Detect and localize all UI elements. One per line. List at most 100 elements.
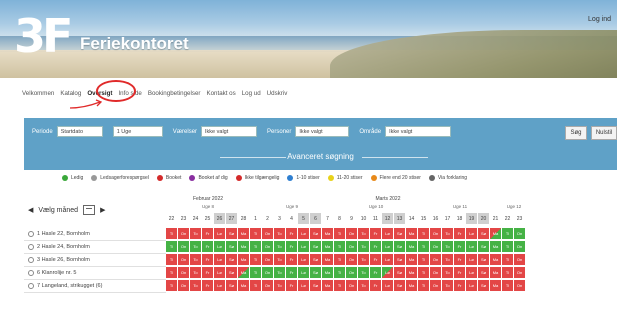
availability-cell[interactable]: On	[430, 241, 442, 253]
logo[interactable]: 3F	[14, 13, 73, 59]
availability-cell[interactable]: Lø	[298, 228, 310, 240]
availability-cell[interactable]: Lø	[214, 254, 226, 266]
availability-cell[interactable]: Sø	[226, 241, 238, 253]
availability-cell[interactable]: Ti	[166, 241, 178, 253]
availability-cell[interactable]: To	[190, 254, 202, 266]
availability-cell[interactable]: On	[262, 267, 274, 279]
availability-cell[interactable]: To	[274, 254, 286, 266]
availability-cell[interactable]: Sø	[394, 280, 406, 292]
availability-cell[interactable]: Ti	[334, 228, 346, 240]
availability-cell[interactable]: Ti	[418, 254, 430, 266]
availability-cell[interactable]: Fr	[286, 241, 298, 253]
availability-cell[interactable]: Lø	[382, 254, 394, 266]
availability-cell[interactable]: Ti	[502, 280, 514, 292]
availability-cell[interactable]: Sø	[478, 280, 490, 292]
availability-cell[interactable]: Ti	[334, 267, 346, 279]
availability-cell[interactable]: Fr	[286, 267, 298, 279]
availability-cell[interactable]: To	[190, 228, 202, 240]
availability-cell[interactable]: Sø	[310, 267, 322, 279]
availability-cell[interactable]: Ti	[334, 241, 346, 253]
availability-cell[interactable]: Fr	[202, 254, 214, 266]
availability-cell[interactable]: Sø	[226, 267, 238, 279]
availability-cell[interactable]: Sø	[310, 280, 322, 292]
availability-cell[interactable]: Ti	[166, 254, 178, 266]
availability-cell[interactable]: Ma	[322, 267, 334, 279]
availability-cell[interactable]: To	[190, 280, 202, 292]
availability-cell[interactable]: Fr	[370, 254, 382, 266]
availability-cell[interactable]: Ma	[490, 280, 502, 292]
nav-item[interactable]: Velkommen	[22, 90, 54, 97]
unit-row-label[interactable]: 1 Hasle 22, Bornholm	[24, 228, 166, 241]
availability-cell[interactable]: Ma	[238, 254, 250, 266]
availability-cell[interactable]: Ti	[502, 254, 514, 266]
advanced-search-toggle[interactable]: Avanceret søgning	[24, 152, 617, 161]
availability-cell[interactable]: Lø	[466, 254, 478, 266]
availability-cell[interactable]: Fr	[286, 228, 298, 240]
nav-item[interactable]: Log ud	[242, 90, 261, 97]
availability-cell[interactable]: On	[178, 280, 190, 292]
availability-cell[interactable]: Lø	[382, 267, 394, 279]
availability-cell[interactable]: On	[430, 267, 442, 279]
availability-cell[interactable]: Fr	[454, 254, 466, 266]
availability-cell[interactable]: Fr	[286, 280, 298, 292]
availability-cell[interactable]: Sø	[226, 280, 238, 292]
nav-item[interactable]: Kontakt os	[206, 90, 235, 97]
availability-cell[interactable]: To	[274, 241, 286, 253]
availability-cell[interactable]: To	[358, 267, 370, 279]
availability-cell[interactable]: Ti	[250, 254, 262, 266]
availability-cell[interactable]: Fr	[454, 280, 466, 292]
chevron-right-icon[interactable]: ▶	[100, 206, 105, 214]
availability-cell[interactable]: Ti	[250, 228, 262, 240]
unit-row-label[interactable]: 2 Hasle 24, Bornholm	[24, 241, 166, 254]
availability-cell[interactable]: Fr	[370, 267, 382, 279]
availability-cell[interactable]: On	[346, 280, 358, 292]
availability-cell[interactable]: To	[442, 280, 454, 292]
unit-row-label[interactable]: 3 Hasle 26, Bornholm	[24, 254, 166, 267]
availability-cell[interactable]: To	[442, 241, 454, 253]
availability-cell[interactable]: Lø	[298, 267, 310, 279]
availability-cell[interactable]: To	[274, 228, 286, 240]
availability-cell[interactable]: Ma	[406, 241, 418, 253]
availability-cell[interactable]: Fr	[454, 241, 466, 253]
availability-cell[interactable]: Lø	[214, 228, 226, 240]
availability-cell[interactable]: Fr	[202, 241, 214, 253]
persons-select[interactable]: Ikke valgt	[295, 126, 350, 137]
availability-cell[interactable]: To	[358, 254, 370, 266]
availability-cell[interactable]: Ma	[322, 254, 334, 266]
availability-cell[interactable]: On	[430, 254, 442, 266]
search-button[interactable]: Søg	[565, 126, 587, 140]
availability-cell[interactable]: Sø	[478, 267, 490, 279]
availability-cell[interactable]: Ti	[418, 267, 430, 279]
nav-item[interactable]: Bookingbetingelser	[148, 90, 201, 97]
availability-cell[interactable]: Lø	[214, 267, 226, 279]
availability-cell[interactable]: To	[358, 280, 370, 292]
availability-cell[interactable]: Sø	[226, 228, 238, 240]
availability-cell[interactable]: Ma	[238, 267, 250, 279]
start-date-input[interactable]: Startdato	[56, 126, 103, 137]
availability-cell[interactable]: On	[514, 228, 526, 240]
availability-cell[interactable]: Ti	[166, 267, 178, 279]
unit-select-radio[interactable]	[28, 257, 34, 263]
availability-cell[interactable]: Ti	[250, 267, 262, 279]
availability-cell[interactable]: Lø	[382, 241, 394, 253]
availability-cell[interactable]: Ma	[406, 228, 418, 240]
availability-cell[interactable]: Sø	[478, 241, 490, 253]
availability-cell[interactable]: Ti	[250, 280, 262, 292]
availability-cell[interactable]: Sø	[310, 228, 322, 240]
availability-cell[interactable]: On	[262, 280, 274, 292]
availability-cell[interactable]: Fr	[454, 228, 466, 240]
availability-cell[interactable]: Lø	[466, 228, 478, 240]
availability-cell[interactable]: To	[442, 254, 454, 266]
unit-select-radio[interactable]	[28, 231, 34, 237]
availability-cell[interactable]: Sø	[226, 254, 238, 266]
availability-cell[interactable]: Fr	[370, 228, 382, 240]
availability-cell[interactable]: On	[346, 241, 358, 253]
availability-cell[interactable]: To	[358, 228, 370, 240]
availability-cell[interactable]: Ma	[490, 254, 502, 266]
availability-cell[interactable]: On	[514, 267, 526, 279]
availability-cell[interactable]: Ti	[502, 241, 514, 253]
availability-cell[interactable]: Ma	[322, 228, 334, 240]
availability-cell[interactable]: Lø	[214, 241, 226, 253]
availability-cell[interactable]: Sø	[478, 228, 490, 240]
area-select[interactable]: Ikke valgt	[385, 126, 452, 137]
